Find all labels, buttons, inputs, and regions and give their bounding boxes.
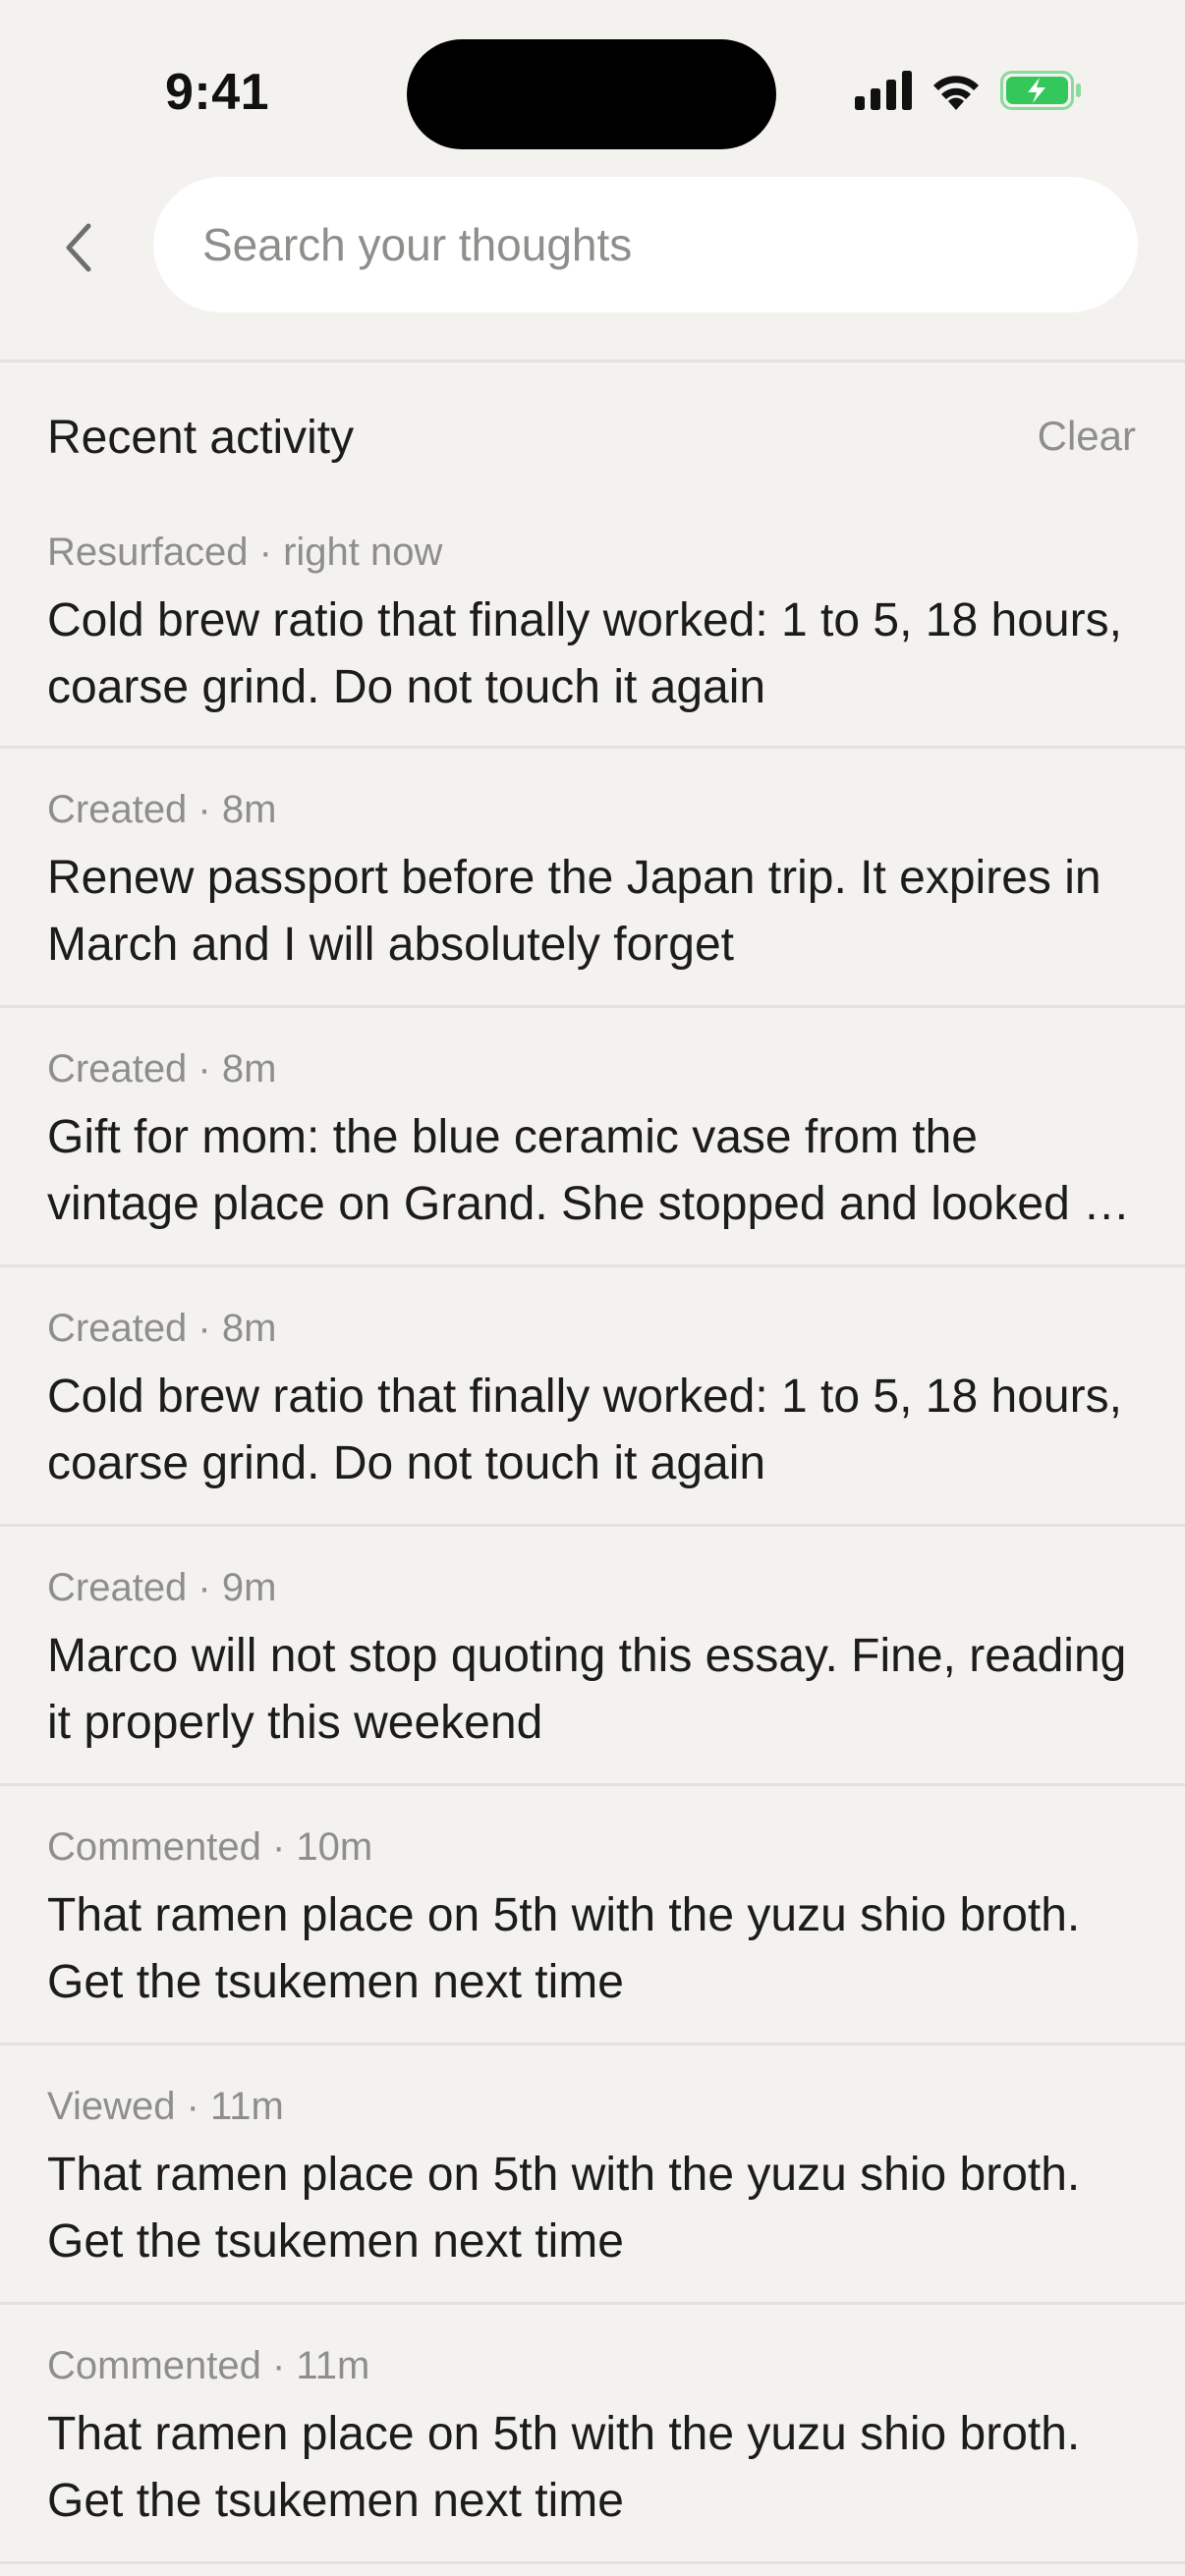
battery-charging-icon — [1000, 71, 1083, 110]
activity-meta: Viewed · 11m — [47, 2085, 284, 2128]
activity-list: Resurfaced · right now Cold brew ratio t… — [0, 491, 1185, 2564]
list-item[interactable]: Created · 8m Cold brew ratio that finall… — [0, 1267, 1185, 1527]
wifi-icon — [930, 71, 983, 110]
activity-text: Cold brew ratio that finally worked: 1 t… — [47, 594, 1122, 713]
list-item[interactable]: Resurfaced · right now Cold brew ratio t… — [0, 491, 1185, 749]
list-item[interactable]: Viewed · 11m That ramen place on 5th wit… — [0, 2045, 1185, 2305]
activity-text: That ramen place on 5th with the yuzu sh… — [47, 2408, 1081, 2527]
list-item[interactable]: Created · 9m Marco will not stop quoting… — [0, 1527, 1185, 1786]
activity-meta: Created · 8m — [47, 1047, 277, 1091]
list-item[interactable]: Created · 8m Gift for mom: the blue cera… — [0, 1008, 1185, 1267]
list-item[interactable]: Commented · 10m That ramen place on 5th … — [0, 1786, 1185, 2045]
activity-meta: Created · 8m — [47, 1307, 277, 1350]
back-button[interactable] — [47, 218, 110, 281]
clear-button[interactable]: Clear — [1038, 413, 1136, 460]
activity-text: That ramen place on 5th with the yuzu sh… — [47, 1889, 1081, 2008]
activity-text: Gift for mom: the blue ceramic vase from… — [47, 1111, 1123, 1230]
status-time: 9:41 — [165, 64, 270, 121]
chevron-left-icon — [59, 220, 98, 280]
activity-meta: Resurfaced · right now — [47, 531, 443, 574]
activity-meta: Created · 8m — [47, 788, 277, 831]
status-bar: 9:41 — [0, 0, 1185, 167]
activity-meta: Commented · 10m — [47, 1825, 373, 1869]
activity-meta: Created · 9m — [47, 1566, 277, 1609]
cellular-signal-icon — [855, 71, 912, 110]
dynamic-island — [407, 39, 776, 149]
activity-text: That ramen place on 5th with the yuzu sh… — [47, 2149, 1081, 2268]
activity-text: Marco will not stop quoting this essay. … — [47, 1630, 1127, 1749]
recent-activity-header: Recent activity Clear — [0, 403, 1185, 481]
activity-text: Cold brew ratio that finally worked: 1 t… — [47, 1371, 1122, 1489]
search-box[interactable] — [153, 177, 1138, 312]
status-icons — [855, 71, 1083, 110]
activity-meta: Commented · 11m — [47, 2344, 370, 2387]
top-bar — [0, 167, 1185, 360]
activity-text: Renew passport before the Japan trip. It… — [47, 852, 1101, 971]
list-item[interactable]: Created · 8m Renew passport before the J… — [0, 749, 1185, 1008]
list-item[interactable]: Commented · 11m That ramen place on 5th … — [0, 2305, 1185, 2564]
search-input[interactable] — [200, 217, 1138, 272]
header-divider — [0, 360, 1185, 363]
section-title: Recent activity — [47, 412, 355, 464]
